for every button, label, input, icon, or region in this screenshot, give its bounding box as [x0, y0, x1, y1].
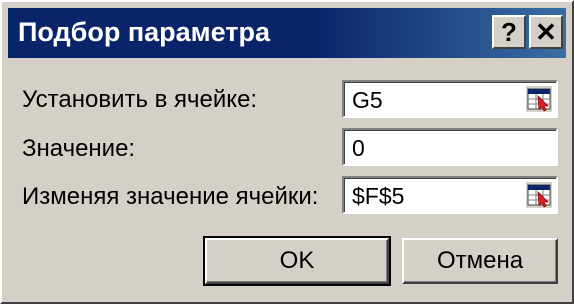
collapse-dialog-range-icon[interactable]	[526, 182, 552, 208]
set-cell-label: Установить в ячейке:	[22, 86, 258, 113]
ok-button-label: OK	[279, 247, 315, 274]
collapse-dialog-range-icon[interactable]	[526, 86, 552, 112]
to-value-input[interactable]: 0	[342, 128, 558, 166]
dialog-title: Подбор параметра	[18, 17, 271, 47]
close-button[interactable]: ✕	[529, 15, 563, 49]
close-icon: ✕	[535, 17, 557, 47]
set-cell-value: G5	[352, 87, 383, 113]
set-cell-input[interactable]: G5	[342, 80, 558, 118]
ok-button[interactable]: OK	[203, 236, 391, 286]
to-value-label: Значение:	[22, 135, 136, 162]
cancel-button[interactable]: Отмена	[402, 238, 558, 284]
by-changing-input[interactable]: $F$5	[342, 176, 558, 214]
to-value-value: 0	[352, 135, 365, 161]
help-icon: ?	[501, 17, 517, 47]
by-changing-label: Изменяя значение ячейки:	[22, 183, 319, 210]
by-changing-value: $F$5	[352, 183, 405, 209]
cancel-button-label: Отмена	[436, 247, 524, 274]
help-button[interactable]: ?	[492, 15, 526, 49]
goal-seek-dialog: Подбор параметра ? ✕ Установить в ячейке…	[0, 0, 574, 304]
title-bar[interactable]: Подбор параметра ? ✕	[8, 8, 566, 58]
